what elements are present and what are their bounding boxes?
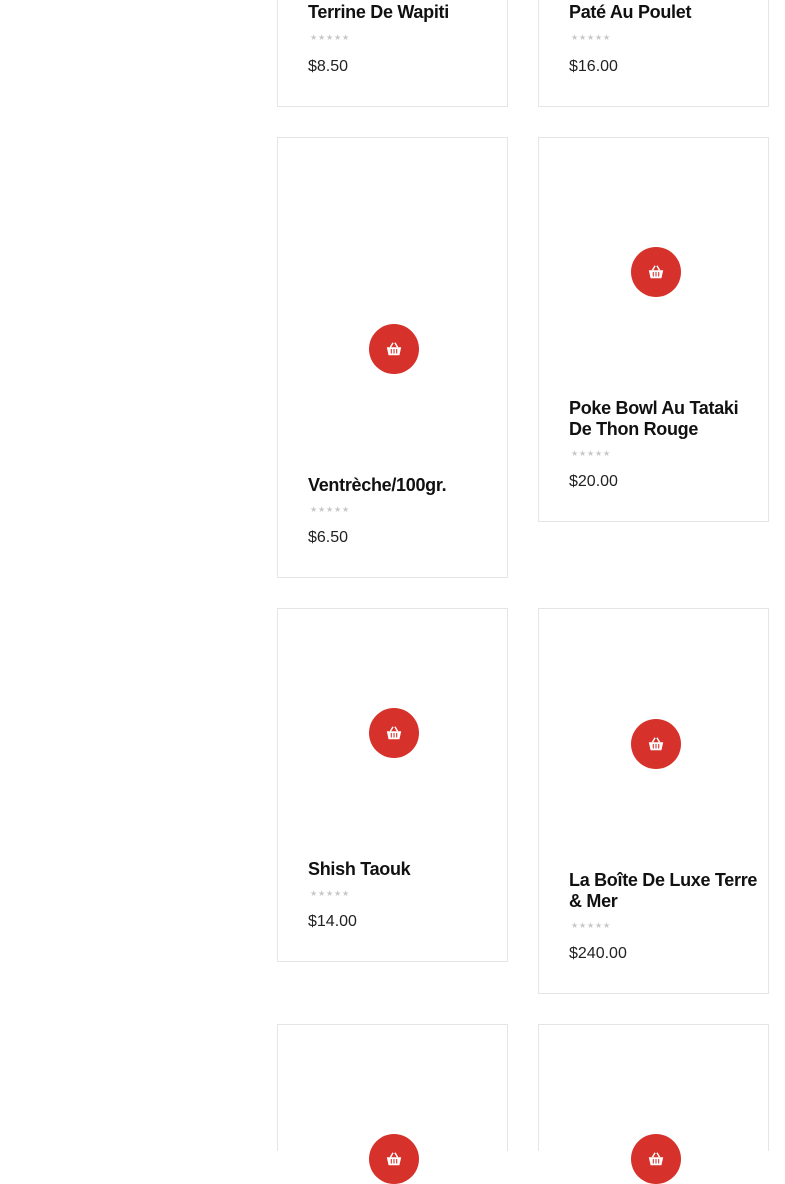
star-icon: ★ <box>326 505 334 514</box>
star-icon: ★ <box>334 505 342 514</box>
product-price: $20.00 <box>569 473 618 490</box>
product-title[interactable]: Ventrèche/100gr. <box>308 475 503 496</box>
product-card[interactable]: Ventrèche/100gr. ★ ★ ★ ★ ★ $6.50 <box>277 137 508 578</box>
star-icon: ★ <box>318 505 326 514</box>
product-price: $8.50 <box>308 58 349 75</box>
basket-icon <box>648 737 664 751</box>
star-rating: ★ ★ ★ ★ ★ <box>310 506 349 514</box>
product-title[interactable]: Paté Au Poulet <box>569 2 764 23</box>
star-icon: ★ <box>603 449 611 458</box>
product-card[interactable]: La Boîte De Luxe Terre & Mer ★ ★ ★ ★ ★ $240.… <box>538 608 769 994</box>
product-title[interactable]: Poke Bowl Au Tataki De Thon Rouge <box>569 398 764 440</box>
product-card[interactable] <box>538 1024 769 1184</box>
basket-icon <box>386 726 402 740</box>
basket-icon <box>386 342 402 356</box>
star-icon: ★ <box>571 449 579 458</box>
star-rating: ★ ★ ★ ★ ★ <box>310 890 349 898</box>
star-icon: ★ <box>334 33 342 42</box>
star-rating: ★ ★ ★ ★ ★ <box>571 922 610 930</box>
basket-icon <box>648 265 664 279</box>
star-icon: ★ <box>342 33 350 42</box>
star-icon: ★ <box>587 33 595 42</box>
star-icon: ★ <box>334 889 342 898</box>
product-price: $6.50 <box>308 529 349 546</box>
add-to-cart-button[interactable] <box>631 247 681 297</box>
star-icon: ★ <box>310 505 318 514</box>
star-icon: ★ <box>318 889 326 898</box>
star-rating: ★ ★ ★ ★ ★ <box>571 34 610 42</box>
star-icon: ★ <box>326 33 334 42</box>
product-price: $240.00 <box>569 945 627 962</box>
star-icon: ★ <box>326 889 334 898</box>
star-icon: ★ <box>595 449 603 458</box>
star-icon: ★ <box>587 921 595 930</box>
star-icon: ★ <box>595 33 603 42</box>
product-card[interactable]: Paté Au Poulet ★ ★ ★ ★ ★ $16.00 <box>538 0 769 107</box>
star-rating: ★ ★ ★ ★ ★ <box>310 34 349 42</box>
star-icon: ★ <box>342 505 350 514</box>
star-icon: ★ <box>342 889 350 898</box>
star-icon: ★ <box>579 449 587 458</box>
product-title[interactable]: La Boîte De Luxe Terre & Mer <box>569 870 764 912</box>
star-icon: ★ <box>310 889 318 898</box>
star-icon: ★ <box>579 33 587 42</box>
add-to-cart-button[interactable] <box>369 1134 419 1184</box>
star-icon: ★ <box>603 921 611 930</box>
star-icon: ★ <box>579 921 587 930</box>
product-title[interactable]: Shish Taouk <box>308 859 503 880</box>
star-icon: ★ <box>571 921 579 930</box>
product-card[interactable]: Terrine De Wapiti ★ ★ ★ ★ ★ $8.50 <box>277 0 508 107</box>
product-card[interactable] <box>277 1024 508 1184</box>
product-price: $14.00 <box>308 913 357 930</box>
star-icon: ★ <box>318 33 326 42</box>
product-card[interactable]: Poke Bowl Au Tataki De Thon Rouge ★ ★ ★ ★ ★ … <box>538 137 769 522</box>
star-icon: ★ <box>571 33 579 42</box>
basket-icon <box>386 1152 402 1166</box>
star-rating: ★ ★ ★ ★ ★ <box>571 450 610 458</box>
star-icon: ★ <box>587 449 595 458</box>
add-to-cart-button[interactable] <box>369 324 419 374</box>
star-icon: ★ <box>595 921 603 930</box>
add-to-cart-button[interactable] <box>631 1134 681 1184</box>
product-card[interactable]: Shish Taouk ★ ★ ★ ★ ★ $14.00 <box>277 608 508 962</box>
product-price: $16.00 <box>569 58 618 75</box>
star-icon: ★ <box>310 33 318 42</box>
basket-icon <box>648 1152 664 1166</box>
product-title[interactable]: Terrine De Wapiti <box>308 2 503 23</box>
star-icon: ★ <box>603 33 611 42</box>
add-to-cart-button[interactable] <box>631 719 681 769</box>
add-to-cart-button[interactable] <box>369 708 419 758</box>
